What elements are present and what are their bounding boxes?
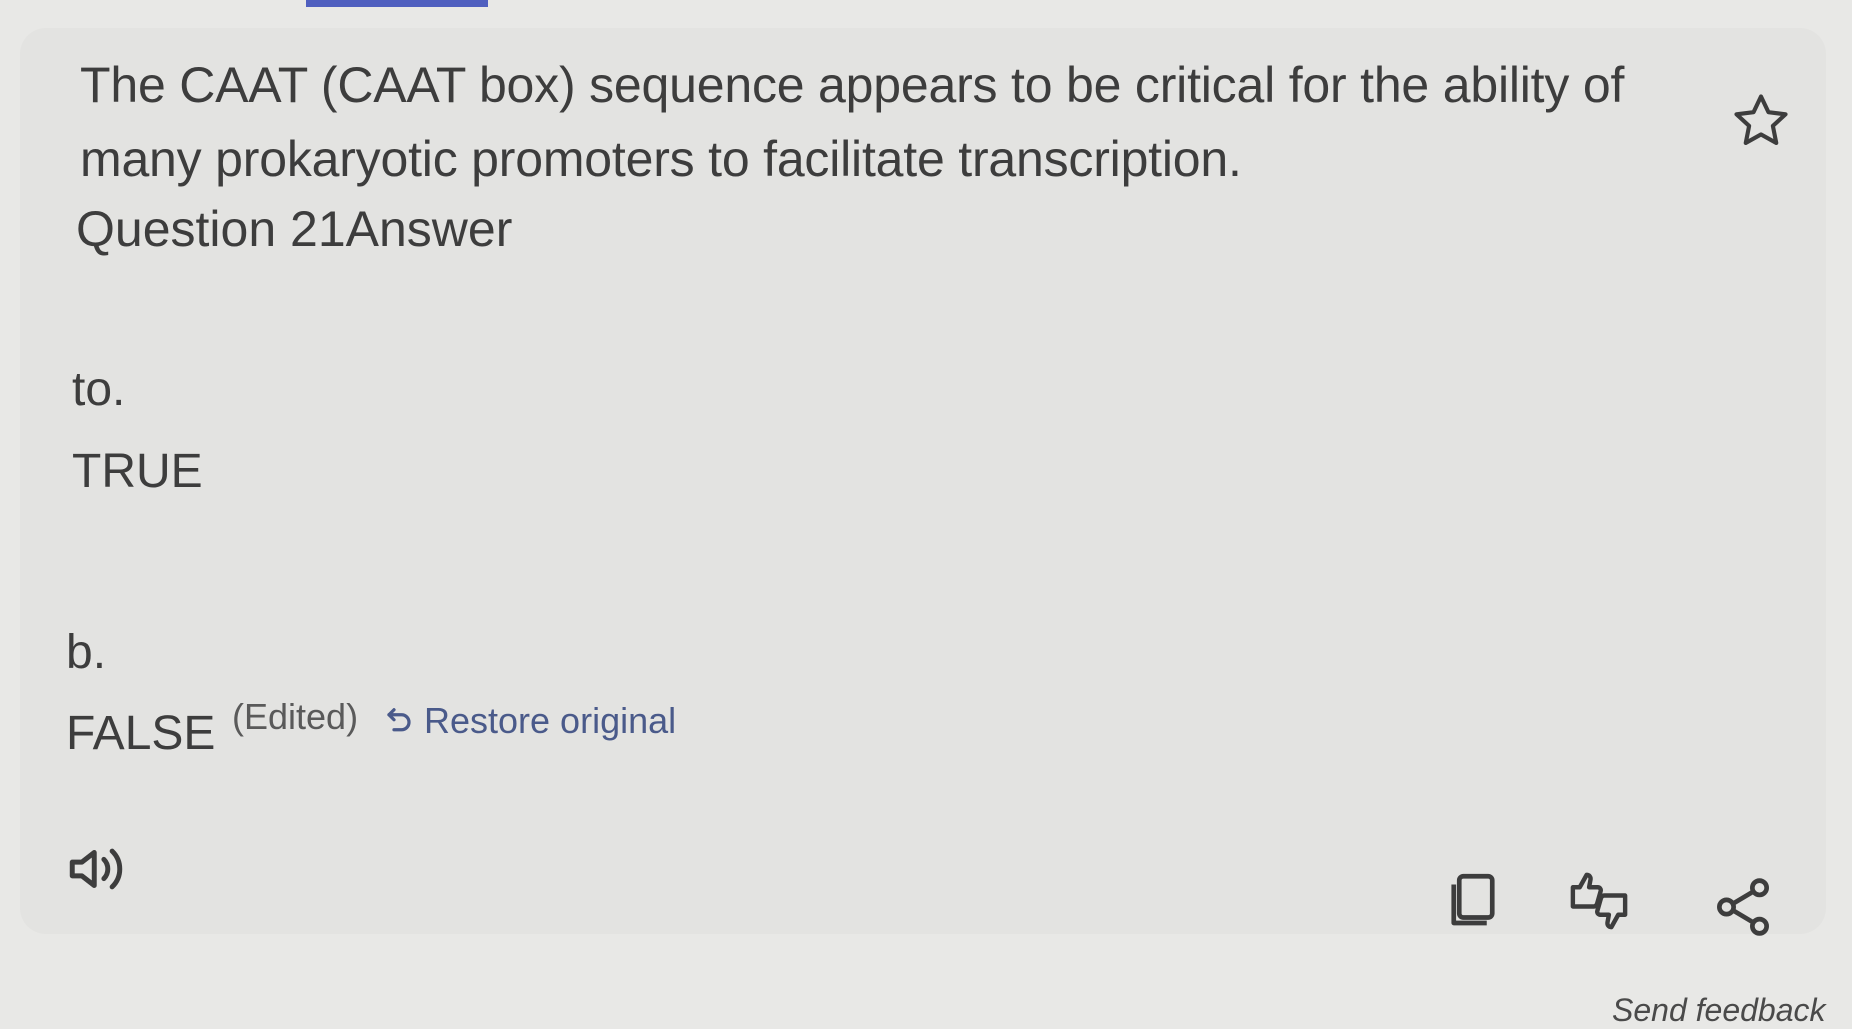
restore-original-label: Restore original	[424, 700, 677, 741]
edited-label: (Edited)	[232, 696, 359, 737]
send-feedback-link[interactable]: Send feedback	[1612, 992, 1826, 1029]
active-tab-indicator	[306, 0, 488, 7]
question-label: Question 21Answer	[76, 201, 513, 257]
undo-icon	[387, 708, 411, 732]
option-a-letter: to.	[72, 363, 126, 416]
question-text: The CAAT (CAAT box) sequence appears to …	[80, 57, 1625, 187]
share-icon[interactable]	[1710, 874, 1776, 940]
option-b-text[interactable]: FALSE	[66, 704, 215, 764]
star-icon[interactable]	[1730, 90, 1792, 152]
speaker-icon[interactable]	[64, 836, 130, 902]
option-b-letter: b.	[66, 626, 107, 679]
restore-original-button[interactable]: Restore original	[384, 698, 676, 744]
answer-card: The CAAT (CAAT box) sequence appears to …	[20, 28, 1826, 936]
option-a-text[interactable]: TRUE	[72, 442, 203, 502]
copy-icon[interactable]	[1440, 868, 1506, 934]
thumbs-up-down-icon[interactable]	[1566, 868, 1632, 934]
